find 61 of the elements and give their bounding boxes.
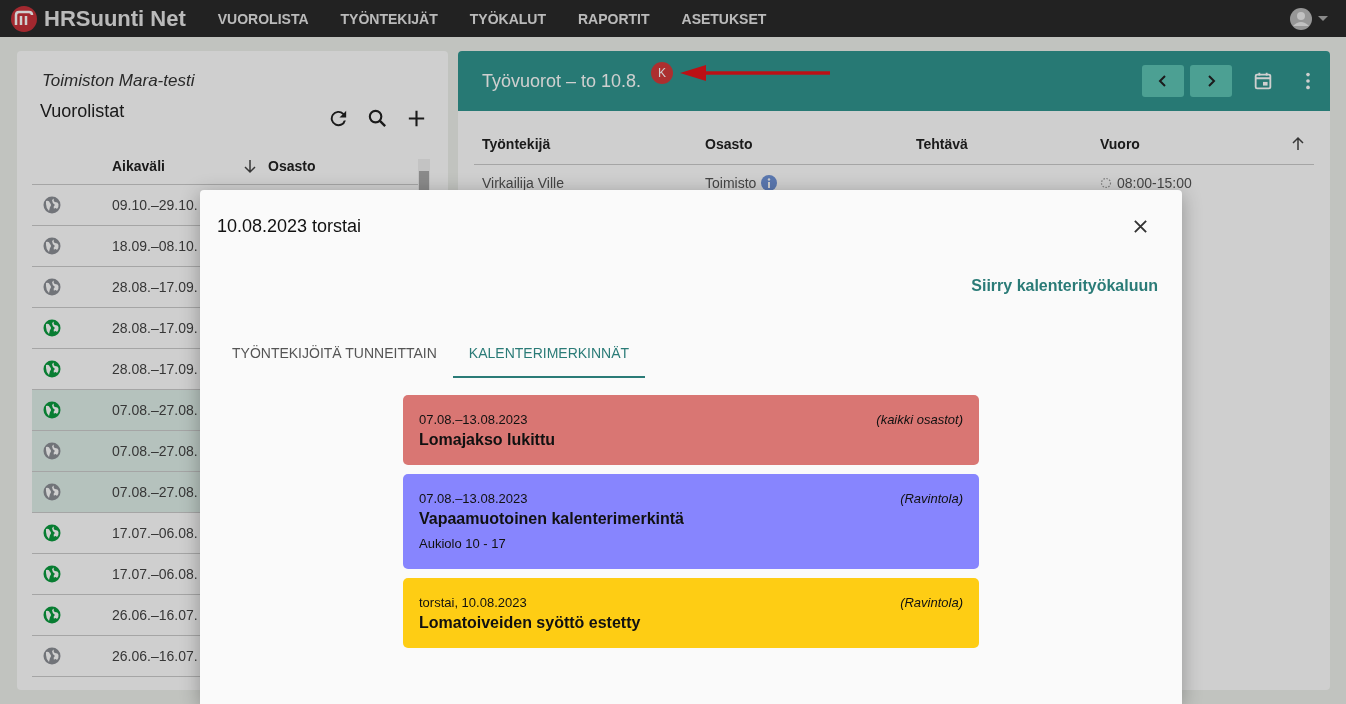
entry-title: Vapaamuotoinen kalenterimerkintä [419,510,685,528]
dialog-title: 10.08.2023 torstai [217,216,362,237]
calendar-entry-card[interactable]: torstai, 10.08.2023 (Ravintola) Lomatoiveiden syöttö estetty [403,578,979,648]
date-range: 07.08.–27.08. [112,484,198,500]
calendar-icon[interactable] [1252,70,1274,92]
status-icon [1100,177,1112,189]
app-name: HRSuunti Net [44,5,186,32]
entry-dates: 07.08.–13.08.2023 [419,491,528,506]
calendar-tool-link[interactable]: Siirry kalenterityökaluun [971,277,1158,295]
tab[interactable]: KALENTERIMERKINNÄT [452,331,646,378]
column-header[interactable]: Tehtävä [916,136,1100,152]
panel-title: Työvuorot – to 10.8. [482,70,642,92]
nav-link[interactable]: RAPORTIT [577,10,650,27]
date-range: 18.09.–08.10. [112,238,198,254]
sort-up-icon[interactable] [1290,136,1306,152]
nav-link[interactable]: ASETUKSET [681,10,767,27]
date-range: 26.06.–16.07. [112,607,198,623]
date-range: 28.08.–17.09. [112,279,198,295]
date-range: 09.10.–29.10. [112,197,198,213]
column-header[interactable]: Työntekijä [482,136,705,152]
info-icon[interactable] [761,175,778,191]
avatar-icon[interactable] [1290,7,1312,30]
table-cell: 08:00-15:00 [1117,175,1192,191]
date-range: 17.07.–06.08. [112,566,198,582]
date-range: 28.08.–17.09. [112,320,198,336]
tab[interactable]: TYÖNTEKIJÖITÄ TUNNEITTAIN [216,331,453,378]
entry-scope: (Ravintola) [900,595,963,610]
entry-note: Aukiolo 10 - 17 [419,536,507,551]
column-header[interactable]: Osasto [705,136,916,152]
close-icon[interactable] [1133,219,1148,234]
date-range: 17.07.–06.08. [112,525,198,541]
previous-button[interactable] [1142,65,1184,97]
caret-icon[interactable] [1318,15,1328,22]
entry-title: Lomajakso lukittu [419,431,557,449]
table-cell-text: Virkailija Ville [482,175,565,191]
more-options-icon[interactable] [1304,70,1312,92]
nav-link[interactable]: TYÖNTEKIJÄT [340,10,438,27]
calendar-entry-card[interactable]: 07.08.–13.08.2023 (Ravintola) Vapaamuotoinen kalenterimerkintä Aukiolo 10 - 17 [403,474,979,569]
panel-title: Vuorolistat [40,101,125,122]
date-range: 26.06.–16.07. [112,648,198,664]
next-button[interactable] [1190,65,1232,97]
entry-title: Lomatoiveiden syöttö estetty [419,614,642,632]
date-range: 28.08.–17.09. [112,361,198,377]
entry-dates: 07.08.–13.08.2023 [419,412,528,427]
entry-scope: (Ravintola) [900,491,963,506]
column-header[interactable]: Osasto [268,158,316,174]
table-cell: Toimisto [705,175,757,191]
calendar-entry-card[interactable]: 07.08.–13.08.2023 (kaikki osastot) Lomajakso lukittu [403,395,979,465]
entry-scope: (kaikki osastot) [876,412,963,427]
date-range: 07.08.–27.08. [112,402,198,418]
badge: K [651,62,674,84]
nav-link[interactable]: TYÖKALUT [469,10,546,27]
entry-dates: torstai, 10.08.2023 [419,595,527,610]
logo-icon [10,4,38,33]
column-header[interactable]: Aikaväli [112,158,242,174]
date-range: 07.08.–27.08. [112,443,198,459]
nav-link[interactable]: VUOROLISTA [217,10,309,27]
panel-subtitle: Toimiston Mara-testi [42,71,196,91]
search-icon[interactable] [366,107,389,130]
column-header[interactable]: Vuoro [1100,136,1290,152]
sort-down-icon[interactable] [242,158,258,174]
